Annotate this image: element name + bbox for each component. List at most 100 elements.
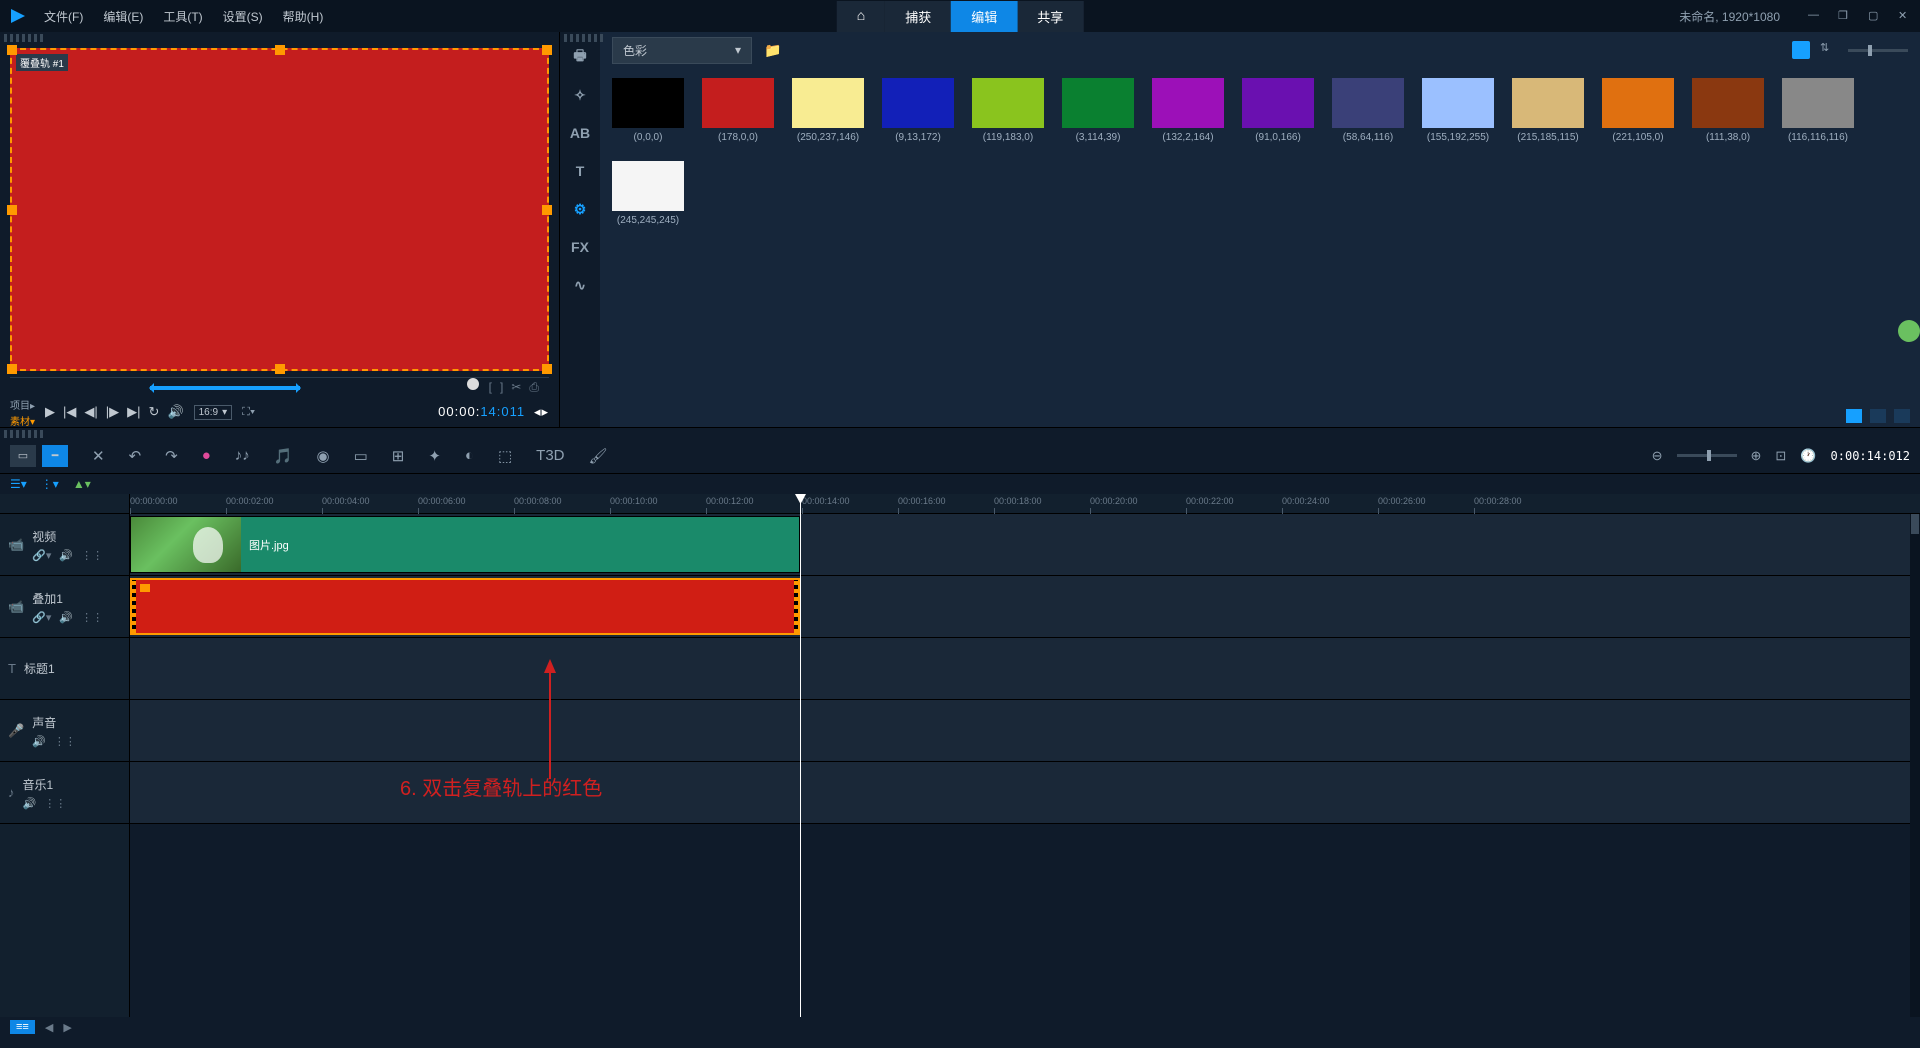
preview-timecode[interactable]: 00:00:14:011 ◂▸ [438, 404, 549, 420]
pan-zoom-icon[interactable]: ◐ [465, 447, 474, 464]
mark-in-icon[interactable]: [ [489, 380, 492, 395]
preview-scrubber[interactable]: [ ] ✂ ⎙ [10, 377, 549, 397]
tab-share[interactable]: 共享 [1017, 1, 1083, 32]
track-options-icon[interactable]: ⋮⋮ [54, 735, 76, 748]
graphic-tab-icon[interactable]: ⚙ [567, 196, 593, 222]
resize-handle-sw[interactable] [7, 364, 17, 374]
link-icon[interactable]: 🔗▾ [32, 611, 51, 624]
color-swatch[interactable]: (9,13,172) [882, 78, 954, 143]
audio-mixer-icon[interactable]: ♪♪ [235, 447, 250, 464]
painting-icon[interactable]: 🖌 [589, 447, 608, 465]
duration-icon[interactable]: 🕐 [1800, 448, 1816, 464]
timeline-view-icon[interactable]: ━ [42, 445, 68, 467]
add-marker-icon[interactable]: ▲▾ [73, 477, 91, 491]
menu-edit[interactable]: 编辑(E) [103, 8, 143, 25]
3d-title-icon[interactable]: T3D [536, 447, 564, 464]
transition-tab-icon[interactable]: ✧ [567, 82, 593, 108]
overlay-track-header[interactable]: 📹 叠加1 🔗▾ 🔊 ⋮⋮ [0, 576, 129, 638]
video-track-header[interactable]: 📹 视频 🔗▾ 🔊 ⋮⋮ [0, 514, 129, 576]
mask-icon[interactable]: ⬚ [498, 447, 512, 465]
overlay-clip[interactable] [130, 578, 800, 635]
goto-start-icon[interactable]: |◀ [63, 404, 76, 420]
panel-grip-icon[interactable] [4, 430, 44, 438]
storyboard-view-icon[interactable]: ▭ [10, 445, 36, 467]
color-swatch[interactable]: (116,116,116) [1782, 78, 1854, 143]
resize-handle-nw[interactable] [7, 45, 17, 55]
panel-grip-icon[interactable] [564, 34, 604, 42]
mute-icon[interactable]: 🔊 [23, 797, 37, 810]
color-swatch[interactable]: (58,64,116) [1332, 78, 1404, 143]
color-swatch[interactable]: (119,183,0) [972, 78, 1044, 143]
library-category-dropdown[interactable]: 色彩 ▾ [612, 37, 752, 64]
tracks-area[interactable]: 00:00:00:0000:00:02:0000:00:04:0000:00:0… [130, 494, 1920, 1017]
color-swatch[interactable]: (91,0,166) [1242, 78, 1314, 143]
scroll-right-icon[interactable]: ▶ [63, 1021, 71, 1034]
music-track-row[interactable] [130, 762, 1920, 824]
timecode-stepper-icon[interactable]: ◂▸ [534, 404, 549, 419]
loop-icon[interactable]: ↻ [149, 404, 160, 420]
grid-view-icon[interactable] [1792, 41, 1810, 59]
menu-file[interactable]: 文件(F) [44, 8, 83, 25]
tab-home[interactable]: ⌂ [837, 1, 885, 32]
scrub-marker[interactable] [467, 378, 479, 390]
time-ruler[interactable]: 00:00:00:0000:00:02:0000:00:04:0000:00:0… [130, 494, 1920, 514]
sort-icon[interactable]: ⇅ [1820, 41, 1838, 59]
trim-range[interactable] [150, 386, 300, 390]
color-swatch[interactable]: (215,185,115) [1512, 78, 1584, 143]
minimize-icon[interactable]: — [1808, 9, 1822, 23]
resize-handle-se[interactable] [542, 364, 552, 374]
project-mode-label[interactable]: 项目▸ [10, 397, 35, 412]
play-icon[interactable]: ▶ [45, 404, 55, 420]
track-manager-icon[interactable]: ☰▾ [10, 477, 27, 491]
auto-music-icon[interactable]: 🎵 [274, 447, 293, 465]
material-mode-label[interactable]: 素材▾ [10, 413, 35, 428]
title-track-header[interactable]: T 标题1 [0, 638, 129, 700]
subtitle-icon[interactable]: ▭ [354, 447, 368, 465]
multicam-icon[interactable]: ⊞ [392, 447, 405, 465]
overlay-frame[interactable]: 覆叠轨 #1 [10, 48, 549, 371]
chapter-icon[interactable]: ◉ [316, 447, 329, 465]
resize-handle-ne[interactable] [542, 45, 552, 55]
color-swatch[interactable]: (0,0,0) [612, 78, 684, 143]
video-clip[interactable]: 图片.jpg [130, 516, 800, 573]
color-swatch[interactable]: (132,2,164) [1152, 78, 1224, 143]
music-track-header[interactable]: ♪ 音乐1 🔊 ⋮⋮ [0, 762, 129, 824]
resize-handle-w[interactable] [7, 205, 17, 215]
preview-viewport[interactable]: 覆叠轨 #1 [10, 48, 549, 371]
color-swatch[interactable]: (155,192,255) [1422, 78, 1494, 143]
tab-edit[interactable]: 编辑 [951, 1, 1017, 32]
maximize-icon[interactable]: ▢ [1868, 9, 1882, 23]
fit-icon[interactable]: ⊡ [1775, 448, 1786, 464]
resize-handle-n[interactable] [275, 45, 285, 55]
panel-layout-icon[interactable] [1870, 409, 1886, 423]
prev-frame-icon[interactable]: ◀| [84, 404, 97, 420]
color-swatch[interactable]: (250,237,146) [792, 78, 864, 143]
path-tab-icon[interactable]: ∿ [567, 272, 593, 298]
mute-icon[interactable]: 🔊 [59, 611, 73, 624]
voice-track-header[interactable]: 🎤 声音 🔊 ⋮⋮ [0, 700, 129, 762]
mute-icon[interactable]: 🔊 [59, 549, 73, 562]
link-icon[interactable]: 🔗▾ [32, 549, 51, 562]
scrollbar-thumb[interactable] [1911, 514, 1919, 534]
thumbnail-size-slider[interactable] [1848, 49, 1908, 52]
mark-out-icon[interactable]: ] [500, 380, 503, 395]
tab-capture[interactable]: 捕获 [885, 1, 951, 32]
zoom-out-icon[interactable]: ⊖ [1652, 448, 1663, 464]
menu-help[interactable]: 帮助(H) [283, 8, 324, 25]
close-icon[interactable]: ✕ [1898, 9, 1912, 23]
volume-icon[interactable]: 🔊 [167, 404, 183, 420]
split-icon[interactable]: ✂ [511, 380, 521, 395]
undo-icon[interactable]: ↶ [129, 447, 142, 465]
resize-handle-e[interactable] [542, 205, 552, 215]
media-tab-icon[interactable]: 🖶 [567, 44, 593, 70]
aspect-ratio-selector[interactable]: 16:9▾ [194, 405, 233, 420]
color-swatch[interactable]: (221,105,0) [1602, 78, 1674, 143]
goto-end-icon[interactable]: ▶| [127, 404, 140, 420]
text-tab-icon[interactable]: T [567, 158, 593, 184]
voice-track-row[interactable] [130, 700, 1920, 762]
add-folder-icon[interactable]: 📁 [764, 42, 781, 59]
marker-menu-icon[interactable]: ⋮▾ [41, 477, 59, 491]
track-options-icon[interactable]: ⋮⋮ [81, 549, 103, 562]
panel-layout-icon[interactable] [1846, 409, 1862, 423]
color-swatch[interactable]: (3,114,39) [1062, 78, 1134, 143]
